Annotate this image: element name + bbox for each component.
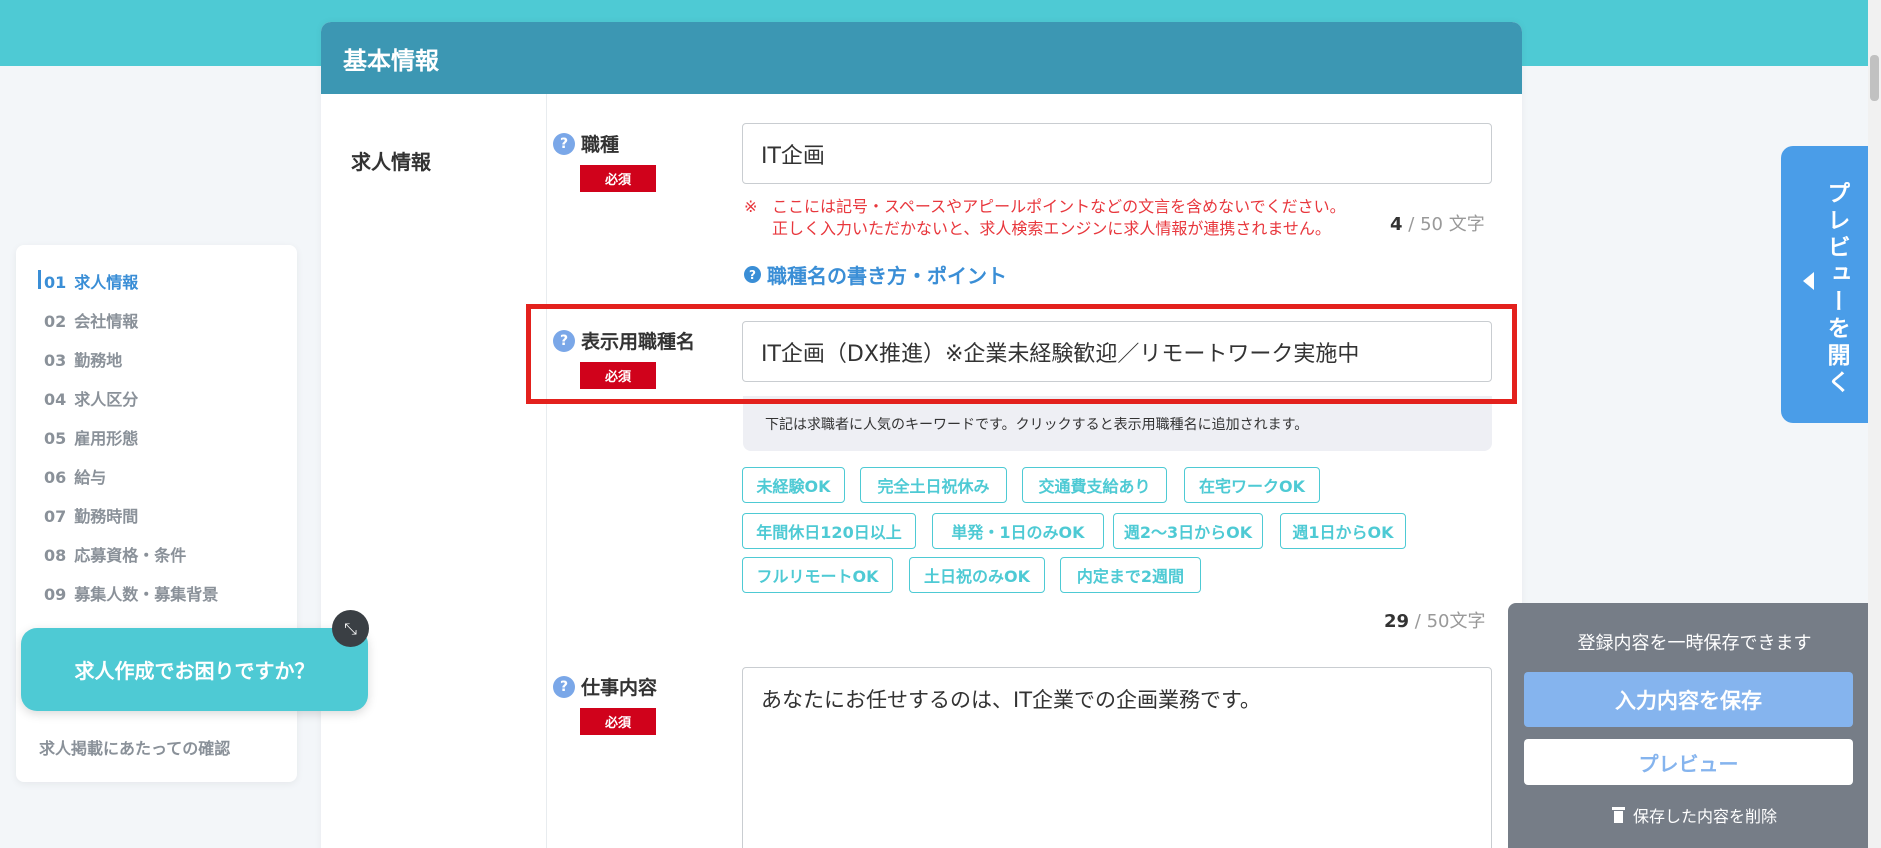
keyword-tag[interactable]: 未経験OK: [742, 467, 845, 503]
sidebar-item-company-info[interactable]: 02 会社情報: [44, 308, 138, 332]
warning-mark: ※: [744, 197, 758, 216]
job-description-label-group: ? 仕事内容: [553, 673, 657, 700]
sidebar-item-num: 03: [44, 351, 67, 370]
keyword-tag[interactable]: 単発・1日のみOK: [932, 513, 1104, 549]
save-panel: 登録内容を一時保存できます 入力内容を保存 プレビュー 保存した内容を削除: [1508, 603, 1881, 848]
job-type-count: 4: [1390, 214, 1403, 235]
display-title-char-counter: 29 / 50文字: [1384, 607, 1486, 633]
sidebar-item-label: 給与: [74, 468, 107, 487]
sidebar-item-num: 09: [44, 585, 67, 604]
chevron-left-icon: [1803, 272, 1814, 290]
sidebar-item-label: 勤務地: [74, 351, 123, 370]
minimize-icon[interactable]: ⤡: [332, 610, 369, 647]
job-description-label: 仕事内容: [581, 677, 658, 699]
job-type-label-group: ? 職種: [553, 130, 619, 157]
sidebar-item-location[interactable]: 03 勤務地: [44, 347, 122, 371]
sidebar-item-work-hours[interactable]: 07 勤務時間: [44, 503, 138, 527]
sidebar-item-num: 01: [44, 273, 67, 292]
section-column: 求人情報: [321, 94, 547, 848]
trash-icon: [1611, 807, 1625, 823]
job-type-char-counter: 4 / 50 文字: [1390, 210, 1485, 236]
sidebar-item-num: 04: [44, 390, 67, 409]
warning-line-1: ここには記号・スペースやアピールポイントなどの文言を含めないでください。: [772, 197, 1346, 216]
keyword-tag[interactable]: フルリモートOK: [742, 557, 893, 593]
sidebar-item-label: 勤務時間: [74, 507, 139, 526]
open-preview-label: プレビューを開く: [1823, 181, 1849, 397]
sidebar-item-num: 08: [44, 546, 67, 565]
sidebar-item-label: 募集人数・募集背景: [74, 585, 219, 604]
sidebar-item-qualifications[interactable]: 08 応募資格・条件: [44, 542, 186, 566]
card-title: 基本情報: [343, 46, 439, 75]
sidebar-item-salary[interactable]: 06 給与: [44, 464, 106, 488]
sidebar-item-label: 求人区分: [74, 390, 139, 409]
keyword-tag[interactable]: 在宅ワークOK: [1184, 467, 1320, 503]
sidebar-item-num: 07: [44, 507, 67, 526]
keyword-tag[interactable]: 年間休日120日以上: [742, 513, 916, 549]
keyword-tag[interactable]: 交通費支給あり: [1022, 467, 1167, 503]
page-scrollbar[interactable]: [1868, 0, 1881, 848]
help-bubble[interactable]: 求人作成でお困りですか？: [21, 628, 368, 711]
sidebar-item-label: 求人情報: [74, 273, 139, 292]
display-title-count-max: 50文字: [1426, 611, 1486, 632]
delete-saved-label: 保存した内容を削除: [1632, 807, 1777, 826]
sidebar-item-confirm[interactable]: 求人掲載にあたっての確認: [39, 735, 230, 759]
delete-saved-link[interactable]: 保存した内容を削除: [1508, 803, 1881, 827]
sidebar-item-recruit-count[interactable]: 09 募集人数・募集背景: [44, 581, 218, 605]
sidebar-item-label: 会社情報: [74, 312, 139, 331]
display-title-count: 29: [1384, 611, 1410, 632]
howto-link-label: 職種名の書き方・ポイント: [767, 264, 1007, 288]
sidebar-item-num: 05: [44, 429, 67, 448]
job-type-count-max: 50 文字: [1420, 214, 1485, 235]
counter-separator: /: [1414, 611, 1421, 632]
job-type-warning: ※ ここには記号・スペースやアピールポイントなどの文言を含めないでください。 正…: [744, 196, 1346, 240]
warning-line-2: 正しく入力いただかないと、求人検索エンジンに求人情報が連携されません。: [772, 219, 1331, 238]
keyword-tag[interactable]: 内定まで2週間: [1060, 557, 1201, 593]
save-note: 登録内容を一時保存できます: [1577, 633, 1812, 654]
section-title: 求人情報: [351, 150, 431, 174]
keyword-tag[interactable]: 完全土日祝休み: [860, 467, 1007, 503]
sidebar-item-label: 応募資格・条件: [74, 546, 187, 565]
sidebar-item-job-info[interactable]: 01 求人情報: [37, 269, 139, 293]
sidebar-item-employment-type[interactable]: 05 雇用形態: [44, 425, 138, 449]
keyword-note: 下記は求職者に人気のキーワードです。クリックすると表示用職種名に追加されます。: [743, 396, 1492, 451]
sidebar-item-job-category[interactable]: 04 求人区分: [44, 386, 138, 410]
help-question-icon[interactable]: ?: [553, 132, 575, 155]
keyword-tag[interactable]: 週2〜3日からOK: [1113, 513, 1263, 549]
keyword-tag[interactable]: 土日祝のみOK: [909, 557, 1045, 593]
sidebar-item-num: 06: [44, 468, 67, 487]
required-badge: 必須: [580, 165, 656, 192]
job-description-textarea[interactable]: あなたにお任せするのは、IT企業での企画業務です。: [742, 667, 1492, 848]
scroll-thumb[interactable]: [1870, 55, 1879, 101]
counter-separator: /: [1408, 214, 1415, 235]
card-header: 基本情報: [321, 22, 1522, 94]
job-type-label: 職種: [581, 134, 620, 156]
question-icon: ?: [744, 266, 761, 283]
sidebar-item-num: 02: [44, 312, 67, 331]
sidebar-item-label: 雇用形態: [74, 429, 139, 448]
save-button[interactable]: 入力内容を保存: [1524, 672, 1853, 727]
help-question-icon[interactable]: ?: [553, 675, 575, 698]
job-type-input[interactable]: [742, 123, 1492, 184]
required-badge: 必須: [580, 708, 656, 735]
highlight-box: [526, 304, 1517, 404]
keyword-tag[interactable]: 週1日からOK: [1280, 513, 1406, 549]
howto-link[interactable]: ? 職種名の書き方・ポイント: [744, 260, 1007, 289]
preview-button[interactable]: プレビュー: [1524, 739, 1853, 785]
open-preview-tab[interactable]: プレビューを開く: [1781, 146, 1869, 423]
